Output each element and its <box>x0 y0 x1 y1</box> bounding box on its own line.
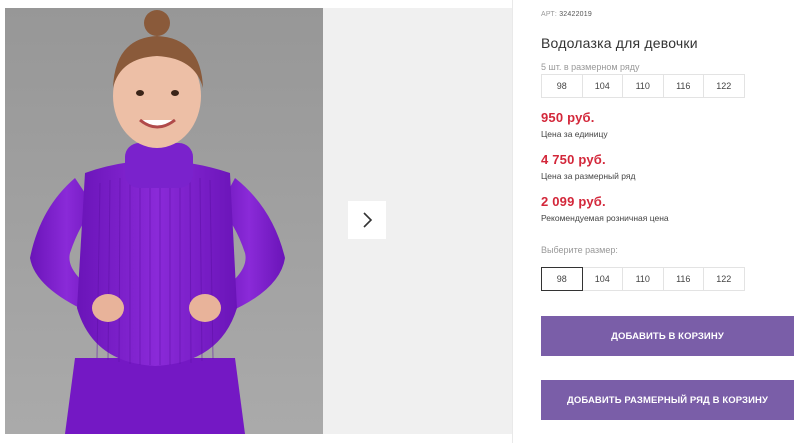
series-size: 98 <box>541 74 583 98</box>
unit-price: 950 руб. <box>541 110 595 125</box>
sku: АРТ: 32422019 <box>541 11 592 18</box>
retail-price-note: Рекомендуемая розничная цена <box>541 213 669 223</box>
product-photo-main[interactable] <box>5 8 323 434</box>
series-size: 122 <box>703 74 745 98</box>
sku-value: 32422019 <box>559 11 592 18</box>
retail-price: 2 099 руб. <box>541 194 606 209</box>
size-picker: 98 104 110 116 122 <box>541 267 745 291</box>
gallery-next-button[interactable] <box>348 201 386 239</box>
size-option-selected[interactable]: 98 <box>541 267 583 291</box>
unit-price-note: Цена за единицу <box>541 129 608 139</box>
product-gallery <box>0 0 512 443</box>
product-title: Водолазка для девочки <box>541 35 698 51</box>
girl-in-turtleneck-image <box>5 8 323 434</box>
product-info-panel: АРТ: 32422019 Водолазка для девочки 5 шт… <box>541 0 796 443</box>
size-option[interactable]: 110 <box>622 267 664 291</box>
size-option[interactable]: 116 <box>662 267 704 291</box>
series-size: 116 <box>662 74 704 98</box>
size-option[interactable]: 104 <box>581 267 623 291</box>
series-size: 110 <box>622 74 664 98</box>
choose-size-caption: Выберите размер: <box>541 245 618 255</box>
sku-label: АРТ: <box>541 11 558 18</box>
series-caption: 5 шт. в размерном ряду <box>541 62 640 72</box>
series-price-note: Цена за размерный ряд <box>541 171 636 181</box>
panel-divider <box>512 0 513 443</box>
series-sizes: 98 104 110 116 122 <box>541 74 745 98</box>
add-series-to-cart-button[interactable]: Добавить размерный ряд в корзину <box>541 380 794 420</box>
series-price: 4 750 руб. <box>541 152 606 167</box>
size-option[interactable]: 122 <box>703 267 745 291</box>
add-to-cart-button[interactable]: Добавить в корзину <box>541 316 794 356</box>
series-size: 104 <box>581 74 623 98</box>
chevron-right-icon <box>363 212 373 228</box>
